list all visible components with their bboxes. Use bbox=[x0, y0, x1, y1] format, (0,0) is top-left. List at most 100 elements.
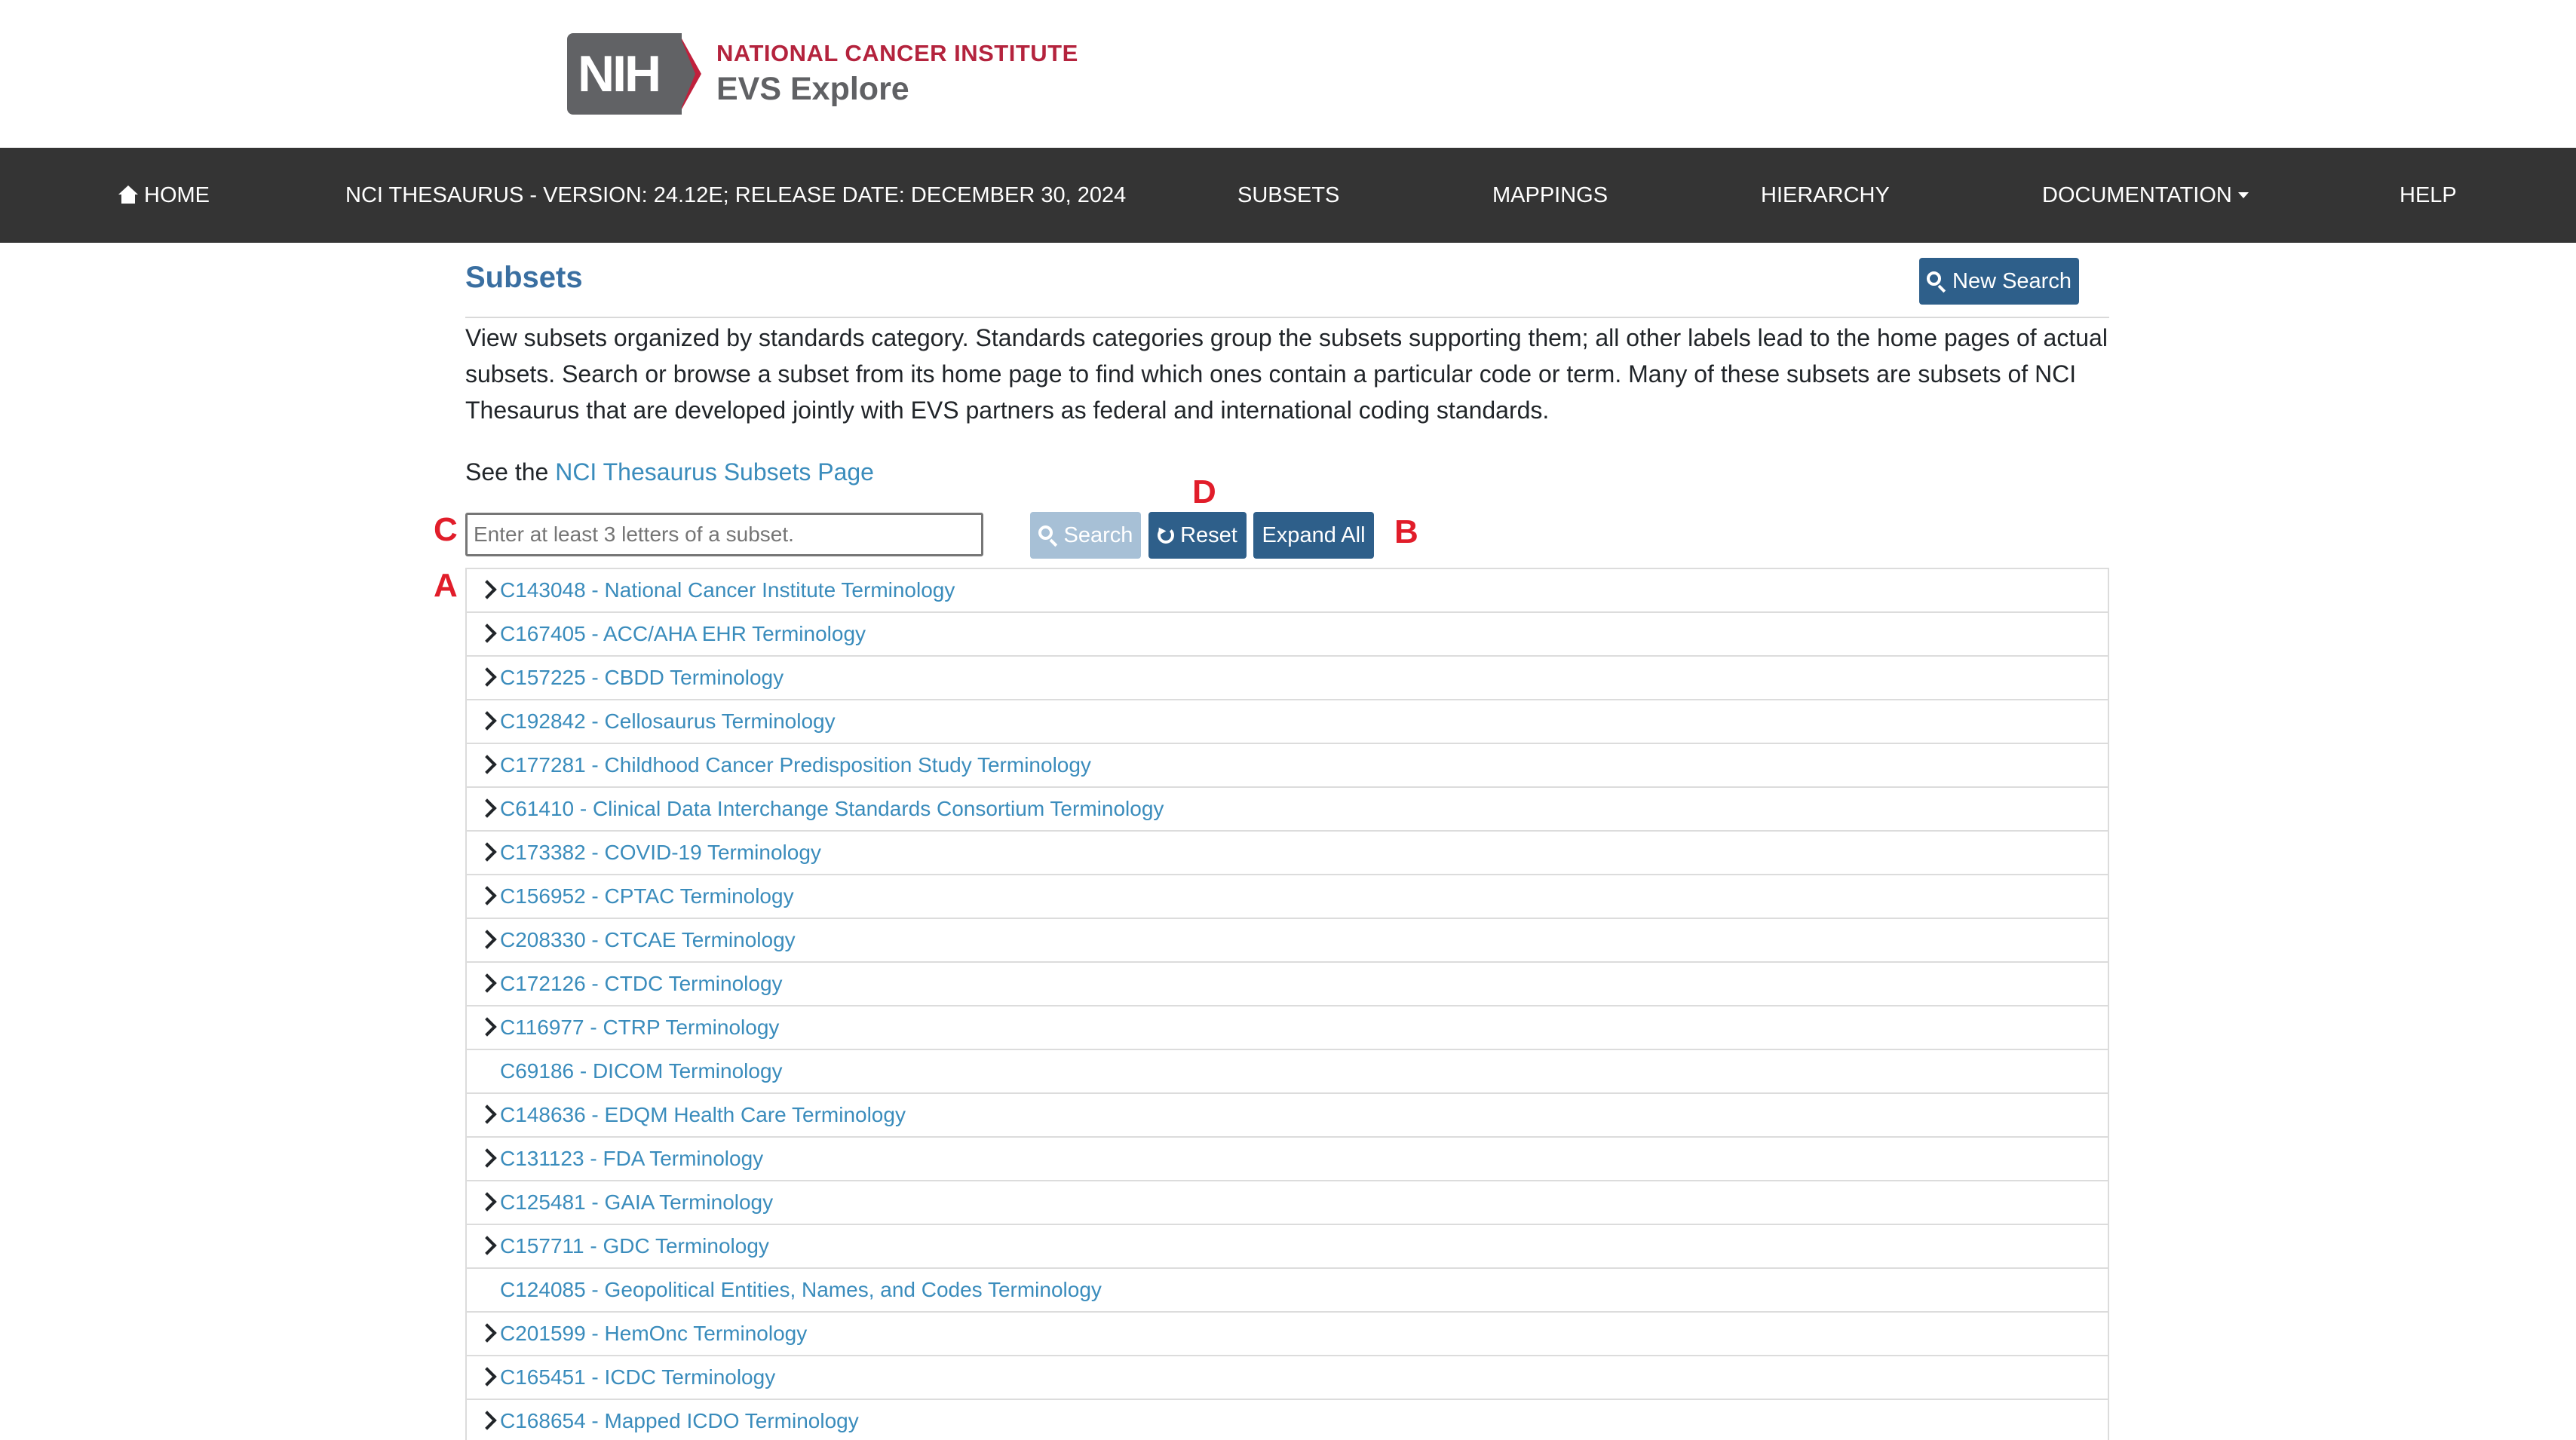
list-item: C201599 - HemOnc Terminology bbox=[467, 1313, 2108, 1356]
subset-link[interactable]: C157711 - GDC Terminology bbox=[500, 1225, 769, 1267]
list-item: C168654 - Mapped ICDO Terminology bbox=[467, 1400, 2108, 1440]
nav-mappings[interactable]: MAPPINGS bbox=[1492, 148, 1608, 243]
chevron-right-icon bbox=[477, 1411, 497, 1430]
nav-documentation-label: DOCUMENTATION bbox=[2042, 183, 2232, 207]
subset-link[interactable]: C192842 - Cellosaurus Terminology bbox=[500, 700, 836, 743]
chevron-right-icon bbox=[477, 930, 497, 949]
reset-button-label: Reset bbox=[1180, 522, 1237, 547]
expand-toggle[interactable] bbox=[467, 1138, 500, 1180]
chevron-right-icon bbox=[477, 1192, 497, 1212]
chevron-right-icon bbox=[477, 798, 497, 818]
expand-toggle[interactable] bbox=[467, 657, 500, 699]
chevron-right-icon bbox=[477, 1367, 497, 1386]
expand-toggle[interactable] bbox=[467, 744, 500, 786]
list-item: C173382 - COVID-19 Terminology bbox=[467, 832, 2108, 875]
expand-toggle[interactable] bbox=[467, 919, 500, 961]
list-item: C143048 - National Cancer Institute Term… bbox=[467, 569, 2108, 613]
list-item: C157711 - GDC Terminology bbox=[467, 1225, 2108, 1269]
expand-toggle[interactable] bbox=[467, 569, 500, 611]
annotation-d: D bbox=[1192, 473, 1216, 510]
see-line: See the NCI Thesaurus Subsets Page bbox=[465, 454, 874, 490]
nav-home[interactable]: HOME bbox=[118, 148, 210, 243]
expand-all-button[interactable]: Expand All bbox=[1253, 512, 1374, 559]
subset-link[interactable]: C131123 - FDA Terminology bbox=[500, 1138, 763, 1180]
list-item: C148636 - EDQM Health Care Terminology bbox=[467, 1094, 2108, 1138]
undo-icon bbox=[1155, 525, 1175, 544]
list-item: C177281 - Childhood Cancer Predispositio… bbox=[467, 744, 2108, 788]
list-item: C165451 - ICDC Terminology bbox=[467, 1356, 2108, 1400]
expand-toggle[interactable] bbox=[467, 875, 500, 918]
nav-hierarchy[interactable]: HIERARCHY bbox=[1761, 148, 1890, 243]
chevron-right-icon bbox=[477, 623, 497, 643]
chevron-right-icon bbox=[477, 1148, 497, 1168]
org-name: NATIONAL CANCER INSTITUTE bbox=[716, 40, 1078, 66]
nih-logo-text: NIH bbox=[578, 45, 661, 103]
expand-toggle[interactable] bbox=[467, 613, 500, 655]
expand-toggle[interactable] bbox=[467, 700, 500, 743]
main-navbar: HOME NCI THESAURUS - VERSION: 24.12E; RE… bbox=[0, 148, 2576, 243]
subset-link[interactable]: C208330 - CTCAE Terminology bbox=[500, 919, 796, 961]
chevron-right-icon bbox=[477, 1105, 497, 1124]
list-item: C116977 - CTRP Terminology bbox=[467, 1006, 2108, 1050]
search-button-label: Search bbox=[1063, 522, 1133, 547]
list-item: C125481 - GAIA Terminology bbox=[467, 1181, 2108, 1225]
list-item: C156952 - CPTAC Terminology bbox=[467, 875, 2108, 919]
subset-link[interactable]: C167405 - ACC/AHA EHR Terminology bbox=[500, 613, 866, 655]
list-item: C172126 - CTDC Terminology bbox=[467, 963, 2108, 1006]
subset-link[interactable]: C69186 - DICOM Terminology bbox=[500, 1050, 783, 1092]
list-item: C131123 - FDA Terminology bbox=[467, 1138, 2108, 1181]
nci-evs-logo[interactable]: NIH NATIONAL CANCER INSTITUTE EVS Explor… bbox=[567, 32, 1078, 116]
expand-toggle[interactable] bbox=[467, 1313, 500, 1355]
subset-tree: C143048 - National Cancer Institute Term… bbox=[465, 568, 2109, 1440]
expand-toggle[interactable] bbox=[467, 1181, 500, 1224]
subset-search-input[interactable] bbox=[465, 513, 983, 556]
subset-link[interactable]: C61410 - Clinical Data Interchange Stand… bbox=[500, 788, 1164, 830]
reset-button[interactable]: Reset bbox=[1148, 512, 1247, 559]
search-icon bbox=[1038, 525, 1058, 547]
chevron-right-icon bbox=[477, 973, 497, 993]
subset-link[interactable]: C157225 - CBDD Terminology bbox=[500, 657, 784, 699]
subsets-page-link[interactable]: NCI Thesaurus Subsets Page bbox=[555, 458, 874, 486]
app-name: EVS Explore bbox=[716, 71, 909, 107]
expand-toggle[interactable] bbox=[467, 1006, 500, 1049]
expand-toggle[interactable] bbox=[467, 1094, 500, 1136]
subset-link[interactable]: C168654 - Mapped ICDO Terminology bbox=[500, 1400, 859, 1440]
subset-link[interactable]: C124085 - Geopolitical Entities, Names, … bbox=[500, 1269, 1102, 1311]
nav-documentation[interactable]: DOCUMENTATION bbox=[2042, 148, 2249, 243]
subset-link[interactable]: C148636 - EDQM Health Care Terminology bbox=[500, 1094, 906, 1136]
chevron-right-icon bbox=[477, 886, 497, 905]
list-item: C192842 - Cellosaurus Terminology bbox=[467, 700, 2108, 744]
search-button[interactable]: Search bbox=[1030, 512, 1141, 559]
title-divider bbox=[465, 317, 2109, 318]
expand-toggle[interactable] bbox=[467, 1356, 500, 1399]
expand-toggle[interactable] bbox=[467, 963, 500, 1005]
chevron-right-icon bbox=[477, 1017, 497, 1037]
chevron-right-icon bbox=[477, 755, 497, 774]
subset-link[interactable]: C156952 - CPTAC Terminology bbox=[500, 875, 794, 918]
subset-link[interactable]: C125481 - GAIA Terminology bbox=[500, 1181, 773, 1224]
chevron-right-icon bbox=[477, 667, 497, 687]
new-search-button[interactable]: New Search bbox=[1919, 258, 2079, 305]
home-icon bbox=[118, 185, 138, 204]
chevron-right-icon bbox=[477, 1236, 497, 1255]
subset-link[interactable]: C172126 - CTDC Terminology bbox=[500, 963, 783, 1005]
nav-version[interactable]: NCI THESAURUS - VERSION: 24.12E; RELEASE… bbox=[345, 148, 1126, 243]
list-item: C124085 - Geopolitical Entities, Names, … bbox=[467, 1269, 2108, 1313]
chevron-right-icon bbox=[477, 711, 497, 731]
nih-logo-mark: NIH bbox=[567, 33, 701, 115]
expand-toggle[interactable] bbox=[467, 832, 500, 874]
expand-toggle[interactable] bbox=[467, 788, 500, 830]
nav-subsets[interactable]: SUBSETS bbox=[1237, 148, 1339, 243]
subset-link[interactable]: C143048 - National Cancer Institute Term… bbox=[500, 569, 955, 611]
nav-help[interactable]: HELP bbox=[2400, 148, 2457, 243]
subset-link[interactable]: C201599 - HemOnc Terminology bbox=[500, 1313, 807, 1355]
subset-link[interactable]: C165451 - ICDC Terminology bbox=[500, 1356, 775, 1399]
subset-link[interactable]: C177281 - Childhood Cancer Predispositio… bbox=[500, 744, 1091, 786]
expand-toggle[interactable] bbox=[467, 1400, 500, 1440]
expand-toggle[interactable] bbox=[467, 1225, 500, 1267]
caret-down-icon bbox=[2237, 192, 2249, 198]
list-item: C69186 - DICOM Terminology bbox=[467, 1050, 2108, 1094]
nav-home-label: HOME bbox=[144, 183, 210, 207]
subset-link[interactable]: C116977 - CTRP Terminology bbox=[500, 1006, 779, 1049]
subset-link[interactable]: C173382 - COVID-19 Terminology bbox=[500, 832, 821, 874]
